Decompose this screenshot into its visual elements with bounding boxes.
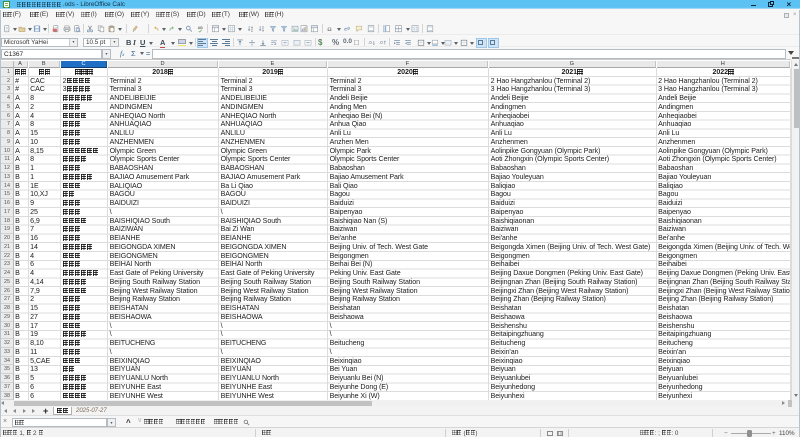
svg-text:.0: .0 <box>368 40 372 45</box>
svg-text:Ω: Ω <box>327 27 331 33</box>
svg-text:.0: .0 <box>379 40 383 45</box>
svg-text:A: A <box>262 29 265 33</box>
svg-text:Z: Z <box>251 29 253 33</box>
svg-text:AB: AB <box>198 26 204 30</box>
